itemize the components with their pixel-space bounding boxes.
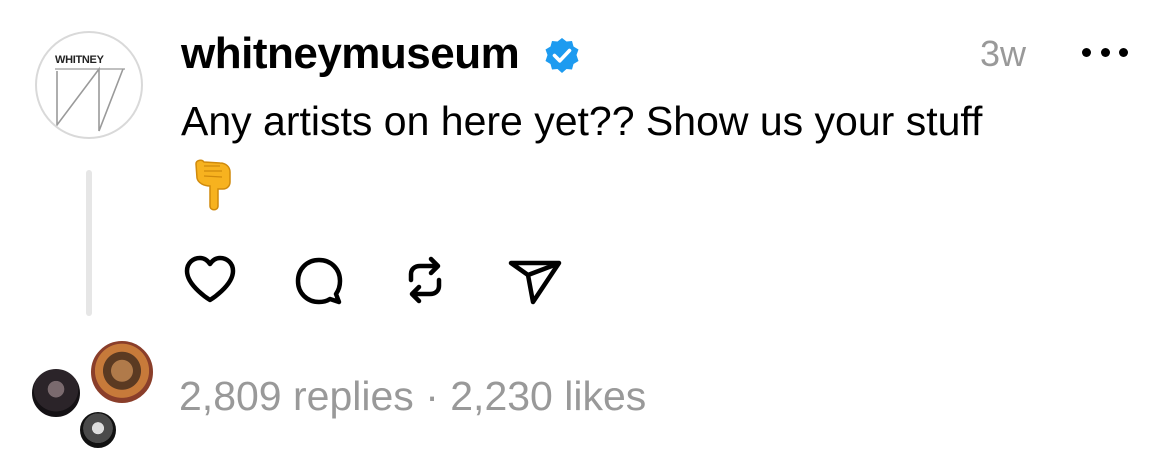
like-button[interactable] xyxy=(180,250,240,310)
replies-count-link[interactable]: 2,809 replies xyxy=(179,373,414,419)
replier-avatar xyxy=(89,339,155,405)
more-dot xyxy=(1082,47,1091,57)
replier-avatar xyxy=(30,367,82,419)
reply-button[interactable] xyxy=(290,250,350,310)
post-text: Any artists on here yet?? Show us your s… xyxy=(181,98,983,144)
post-timestamp: 3w xyxy=(980,33,1027,74)
post-stats: 2,809 replies · 2,230 likes xyxy=(179,370,646,422)
author-avatar[interactable]: WHITNEY xyxy=(35,31,143,139)
whitney-logo-icon xyxy=(55,66,125,132)
likes-count-link[interactable]: 2,230 likes xyxy=(450,373,646,419)
author-username[interactable]: whitneymuseum xyxy=(181,28,520,80)
verified-badge-icon xyxy=(545,38,579,73)
more-options-button[interactable] xyxy=(1082,34,1128,70)
more-dot xyxy=(1100,47,1110,57)
pointing-down-emoji-icon xyxy=(195,159,231,211)
thread-line xyxy=(86,170,92,316)
replier-avatar xyxy=(78,410,118,450)
share-button[interactable] xyxy=(505,250,565,310)
repost-button[interactable] xyxy=(395,250,455,310)
more-dot xyxy=(1119,47,1128,57)
heart-icon xyxy=(184,255,236,303)
stats-separator: · xyxy=(425,373,439,419)
comment-bubble-icon xyxy=(295,257,343,305)
repost-icon xyxy=(408,256,442,304)
send-icon xyxy=(508,260,562,305)
